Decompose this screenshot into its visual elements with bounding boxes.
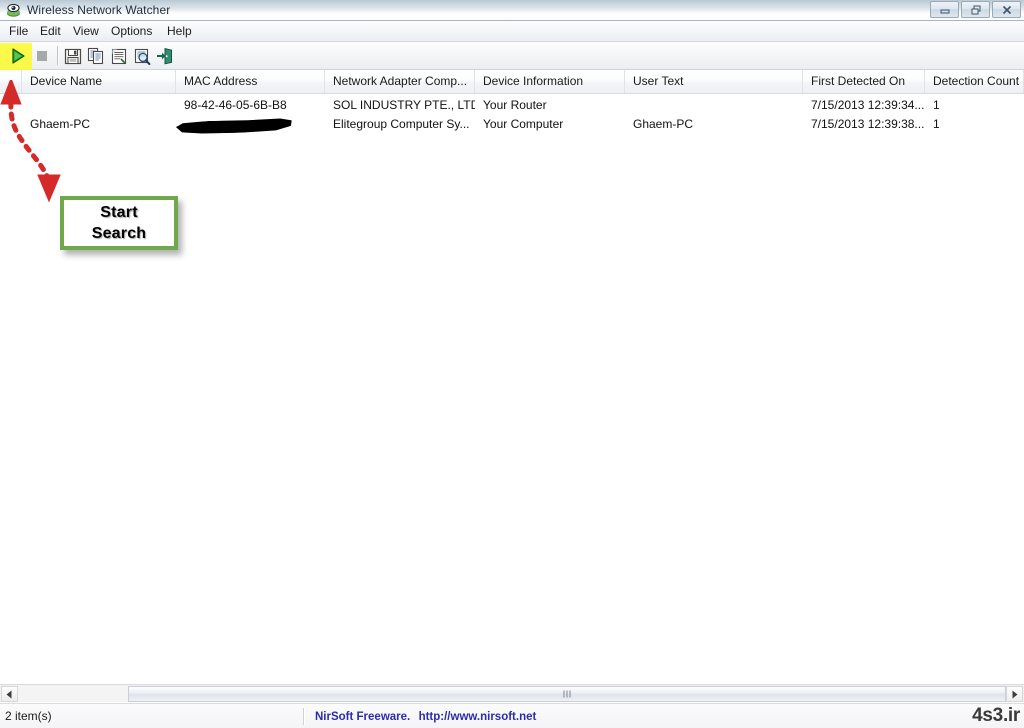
close-button[interactable] <box>992 1 1021 18</box>
cell-detection-count: 1 <box>933 98 940 112</box>
find-button[interactable] <box>131 45 153 67</box>
column-header-device-name[interactable]: Device Name <box>22 70 176 93</box>
scroll-thumb-grip-icon <box>563 690 571 698</box>
list-header-row: Device Name MAC Address Network Adapter … <box>0 70 1024 94</box>
column-header-user-text[interactable]: User Text <box>625 70 803 93</box>
status-bar: 2 item(s) NirSoft Freeware. http://www.n… <box>0 703 1024 728</box>
properties-button[interactable] <box>108 45 130 67</box>
device-list-view[interactable]: Device Name MAC Address Network Adapter … <box>0 70 1024 682</box>
exit-door-icon[interactable] <box>154 45 176 67</box>
horizontal-scroll-thumb[interactable] <box>128 686 1006 702</box>
annotation-label-line2: Search <box>91 225 147 242</box>
column-header-device-information[interactable]: Device Information <box>475 70 625 93</box>
copy-button[interactable] <box>85 45 107 67</box>
menu-item-view[interactable]: View <box>70 24 102 38</box>
column-header-network-adapter-company[interactable]: Network Adapter Comp... <box>325 70 475 93</box>
title-bar: Wireless Network Watcher <box>0 0 1024 21</box>
window-title: Wireless Network Watcher <box>27 3 171 17</box>
nirsoft-website-link[interactable]: http://www.nirsoft.net <box>419 711 537 723</box>
cell-network-adapter-company: SOL INDUSTRY PTE., LTD <box>333 98 475 112</box>
annotation-label-box: Start Search <box>60 196 178 250</box>
minimize-button[interactable] <box>930 1 959 18</box>
status-item-count: 2 item(s) <box>5 709 52 723</box>
status-divider <box>303 708 305 725</box>
cell-first-detected-on: 7/15/2013 12:39:38... <box>811 117 925 131</box>
table-row[interactable]: 98-42-46-05-6B-B8 SOL INDUSTRY PTE., LTD… <box>0 96 1024 115</box>
cell-device-name <box>22 96 176 115</box>
annotation-label-line1: Start <box>100 204 138 221</box>
application-window: Wireless Network Watcher File Edit View … <box>0 0 1024 728</box>
scroll-left-arrow-icon[interactable] <box>1 686 18 702</box>
cell-mac-address: 98-42-46-05-6B-B8 <box>184 98 287 112</box>
scroll-right-arrow-icon[interactable] <box>1006 686 1023 702</box>
menu-item-file[interactable]: File <box>6 24 31 38</box>
window-controls <box>930 1 1021 18</box>
toolbar-separator <box>57 46 59 65</box>
horizontal-scrollbar[interactable] <box>0 684 1024 702</box>
wireless-eye-icon <box>5 2 22 19</box>
column-header-blank[interactable] <box>0 70 22 93</box>
cell-device-information: Your Computer <box>483 117 564 131</box>
cell-detection-count: 1 <box>933 117 940 131</box>
cell-network-adapter-company: Elitegroup Computer Sy... <box>333 117 470 131</box>
column-header-mac-address[interactable]: MAC Address <box>176 70 325 93</box>
start-scan-button[interactable] <box>7 45 29 67</box>
stop-scan-button <box>31 45 53 67</box>
nirsoft-freeware-label: NirSoft Freeware. <box>315 711 411 723</box>
table-row[interactable]: Ghaem-PC Elitegroup Computer Sy... Your … <box>0 115 1024 134</box>
cell-user-text <box>625 96 803 115</box>
cell-first-detected-on: 7/15/2013 12:39:34... <box>811 98 925 112</box>
cell-user-text: Ghaem-PC <box>633 117 694 131</box>
menu-item-help[interactable]: Help <box>164 24 195 38</box>
cell-device-information: Your Router <box>483 98 547 112</box>
column-header-first-detected-on[interactable]: First Detected On <box>803 70 925 93</box>
watermark-text: 4s3.ir <box>972 705 1020 726</box>
save-button[interactable] <box>62 45 84 67</box>
menu-item-edit[interactable]: Edit <box>37 24 64 38</box>
restore-button[interactable] <box>961 1 990 18</box>
column-header-detection-count[interactable]: Detection Count <box>925 70 1024 93</box>
status-credit: NirSoft Freeware. http://www.nirsoft.net <box>310 705 870 728</box>
menu-bar: File Edit View Options Help <box>0 21 1024 42</box>
cell-device-name: Ghaem-PC <box>30 117 91 131</box>
menu-item-options[interactable]: Options <box>108 24 155 38</box>
